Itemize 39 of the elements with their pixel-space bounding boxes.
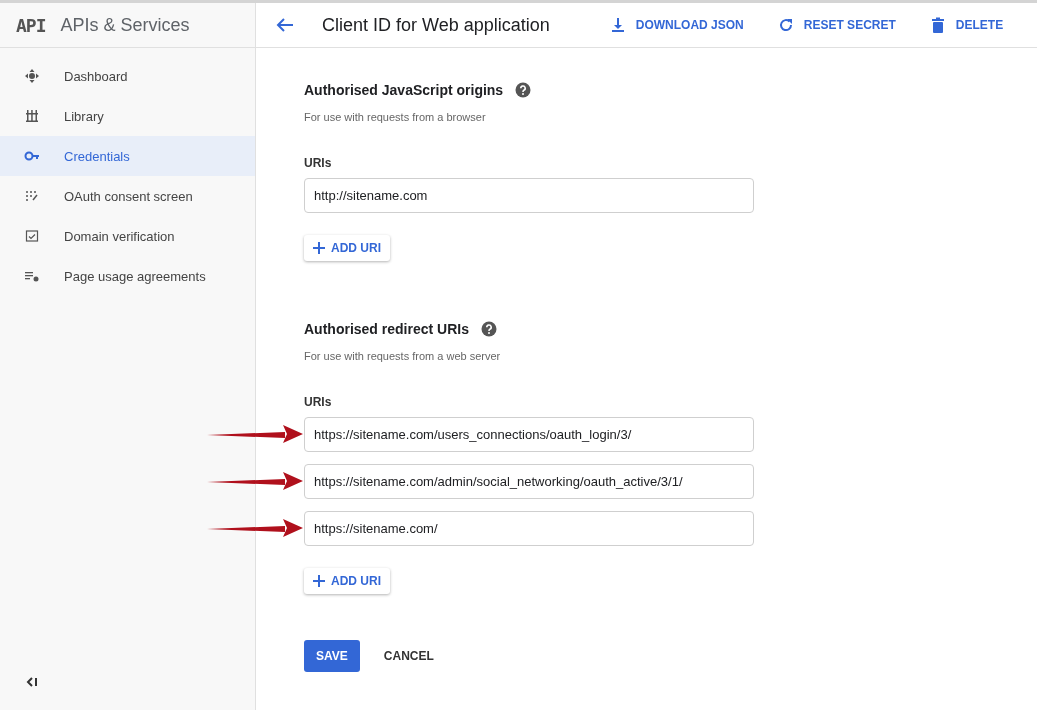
collapse-icon[interactable] <box>26 676 38 688</box>
checkbox-icon <box>24 228 40 244</box>
refresh-icon <box>777 17 794 33</box>
back-arrow-icon[interactable] <box>276 17 294 33</box>
field-label: URIs <box>304 395 332 409</box>
api-logo: API <box>16 14 46 36</box>
uri-input-field[interactable]: https://sitename.com/ <box>304 511 754 546</box>
action-button[interactable]: DOWNLOAD JSON <box>609 17 744 33</box>
action-button[interactable]: RESET SECRET <box>777 17 896 33</box>
section-title: Authorised redirect URIs <box>304 321 469 337</box>
product-title: APIs & Services <box>60 14 190 36</box>
plus-icon <box>313 242 325 254</box>
sidebar-item[interactable]: Page usage agreements <box>0 256 255 296</box>
field-label: URIs <box>304 156 332 170</box>
section-title: Authorised JavaScript origins <box>304 82 504 98</box>
help-icon[interactable] <box>480 321 497 337</box>
move-icon <box>24 68 40 84</box>
dotted-check-icon <box>24 188 40 204</box>
cancel-button[interactable]: CANCEL <box>369 640 448 672</box>
uri-input-field[interactable]: https://sitename.com/users_connections/oauth_login/3/ <box>304 417 754 452</box>
page-title: Client ID for Web application <box>322 14 550 36</box>
add-uri-button[interactable]: ADD URI <box>304 235 390 261</box>
trash-icon <box>929 17 946 33</box>
download-icon <box>609 17 626 33</box>
library-icon <box>24 108 40 124</box>
sidebar-item[interactable]: Domain verification <box>0 216 255 256</box>
help-icon[interactable] <box>515 82 532 98</box>
sidebar-item[interactable]: Library <box>0 96 255 136</box>
action-button[interactable]: DELETE <box>929 17 1004 33</box>
plus-icon <box>313 575 325 587</box>
sidebar-item[interactable]: Dashboard <box>0 56 255 96</box>
add-uri-button[interactable]: ADD URI <box>304 568 390 594</box>
save-button[interactable]: SAVE <box>304 640 360 672</box>
uri-input-field[interactable]: http://sitename.com <box>304 178 754 213</box>
sidebar-item[interactable]: Credentials <box>0 136 255 176</box>
section-subtitle: For use with requests from a browser <box>304 111 486 123</box>
sidebar-item[interactable]: OAuth consent screen <box>0 176 255 216</box>
section-subtitle: For use with requests from a web server <box>304 350 501 362</box>
uri-input-field[interactable]: https://sitename.com/admin/social_networking/oauth_active/3/1/ <box>304 464 754 499</box>
